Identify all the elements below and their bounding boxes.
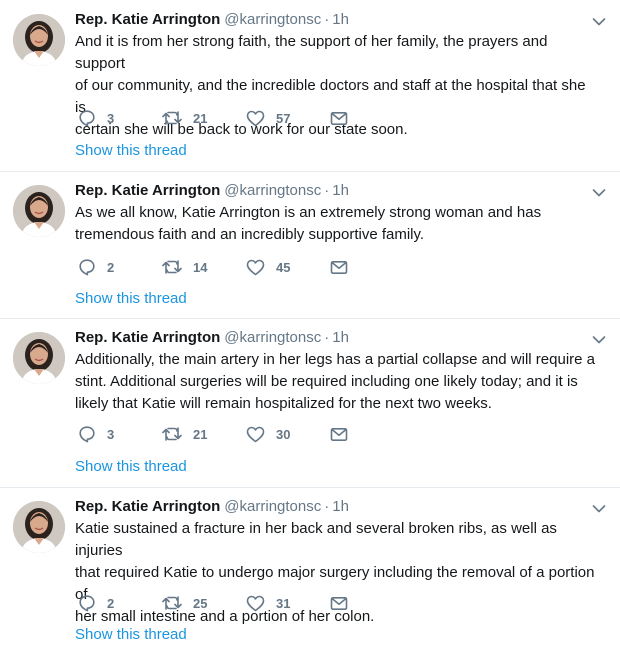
reply-icon — [79, 595, 95, 612]
tweet[interactable]: Rep. Katie Arrington @karringtonsc · 1h Add… — [0, 319, 620, 488]
chevron-down-icon[interactable] — [592, 504, 606, 514]
chevron-down-icon[interactable] — [592, 335, 606, 345]
avatar-image — [13, 14, 65, 66]
author-handle[interactable]: @karringtonsc — [224, 182, 321, 199]
reply-button[interactable]: 2 — [78, 257, 114, 277]
like-count: 30 — [276, 426, 291, 442]
tweet-header: Rep. Katie Arrington @karringtonsc · 1h — [75, 328, 600, 348]
author-handle[interactable]: @karringtonsc — [224, 11, 321, 28]
retweet-icon — [162, 111, 182, 125]
like-icon — [246, 426, 265, 442]
show-thread-link[interactable]: Show this thread — [75, 457, 187, 477]
tweet-header: Rep. Katie Arrington @karringtonsc · 1h — [75, 497, 600, 517]
like-button[interactable]: 30 — [246, 424, 290, 444]
reply-button[interactable]: 2 — [78, 593, 114, 613]
direct-message-icon — [330, 111, 348, 125]
retweet-icon — [162, 260, 182, 274]
reply-count: 3 — [107, 110, 115, 126]
avatar-image — [13, 501, 65, 553]
tweet-timestamp[interactable]: 1h — [332, 329, 349, 346]
reply-count: 2 — [107, 595, 115, 611]
like-icon — [246, 110, 265, 126]
chevron-down-icon[interactable] — [592, 188, 606, 198]
retweet-button[interactable]: 14 — [162, 257, 207, 277]
retweet-count: 21 — [193, 110, 208, 126]
retweet-icon — [162, 596, 182, 610]
avatar[interactable] — [13, 14, 65, 66]
direct-message-button[interactable] — [330, 424, 348, 444]
reply-icon — [79, 110, 95, 127]
author-handle[interactable]: @karringtonsc — [224, 329, 321, 346]
tweet-text: Additionally, the main artery in her leg… — [75, 351, 595, 412]
show-thread-link[interactable]: Show this thread — [75, 289, 187, 309]
tweet-timestamp[interactable]: 1h — [332, 498, 349, 515]
tweet-text: As we all know, Katie Arrington is an ex… — [75, 204, 542, 243]
show-thread-link[interactable]: Show this thread — [75, 141, 187, 161]
header-separator: · — [324, 11, 330, 28]
author-name[interactable]: Rep. Katie Arrington — [75, 329, 220, 346]
direct-message-button[interactable] — [330, 108, 348, 128]
like-count: 57 — [276, 110, 291, 126]
avatar[interactable] — [13, 332, 65, 384]
retweet-button[interactable]: 25 — [162, 593, 207, 613]
direct-message-icon — [330, 260, 348, 274]
avatar[interactable] — [13, 501, 65, 553]
like-button[interactable]: 57 — [246, 108, 290, 128]
reply-icon — [79, 259, 95, 276]
retweet-icon — [162, 427, 182, 441]
reply-icon — [79, 426, 95, 443]
tweet-timestamp[interactable]: 1h — [332, 182, 349, 199]
tweet[interactable]: Rep. Katie Arrington @karringtonsc · 1h As … — [0, 172, 620, 319]
author-handle[interactable]: @karringtonsc — [224, 498, 321, 515]
header-separator: · — [324, 329, 330, 346]
reply-count: 2 — [107, 259, 115, 275]
like-count: 45 — [276, 259, 291, 275]
direct-message-button[interactable] — [330, 257, 348, 277]
like-icon — [246, 259, 265, 275]
like-icon — [246, 595, 265, 611]
tweet[interactable]: Rep. Katie Arrington @karringtonsc · 1h And… — [0, 0, 620, 172]
chevron-down-icon[interactable] — [592, 17, 606, 27]
like-button[interactable]: 31 — [246, 593, 290, 613]
retweet-button[interactable]: 21 — [162, 108, 207, 128]
avatar-image — [13, 185, 65, 237]
tweet-content: Rep. Katie Arrington @karringtonsc · 1h Add… — [75, 328, 600, 415]
show-thread-link[interactable]: Show this thread — [75, 625, 187, 645]
tweet[interactable]: Rep. Katie Arrington @karringtonsc · 1h Kat… — [0, 488, 620, 643]
retweet-count: 25 — [193, 595, 208, 611]
direct-message-icon — [330, 427, 348, 441]
tweet-timeline: Rep. Katie Arrington @karringtonsc · 1h And… — [0, 0, 620, 643]
author-name[interactable]: Rep. Katie Arrington — [75, 182, 220, 199]
reply-button[interactable]: 3 — [78, 424, 114, 444]
tweet-timestamp[interactable]: 1h — [332, 11, 349, 28]
like-count: 31 — [276, 595, 291, 611]
reply-button[interactable]: 3 — [78, 108, 114, 128]
tweet-header: Rep. Katie Arrington @karringtonsc · 1h — [75, 10, 600, 30]
tweet-content: Rep. Katie Arrington @karringtonsc · 1h As … — [75, 181, 600, 246]
header-separator: · — [324, 498, 330, 515]
retweet-count: 14 — [193, 259, 208, 275]
reply-count: 3 — [107, 426, 115, 442]
header-separator: · — [324, 182, 330, 199]
author-name[interactable]: Rep. Katie Arrington — [75, 11, 220, 28]
direct-message-button[interactable] — [330, 593, 348, 613]
tweet-header: Rep. Katie Arrington @karringtonsc · 1h — [75, 181, 600, 201]
like-button[interactable]: 45 — [246, 257, 290, 277]
retweet-count: 21 — [193, 426, 208, 442]
author-name[interactable]: Rep. Katie Arrington — [75, 498, 220, 515]
retweet-button[interactable]: 21 — [162, 424, 207, 444]
avatar-image — [13, 332, 65, 384]
avatar[interactable] — [13, 185, 65, 237]
direct-message-icon — [330, 596, 348, 610]
